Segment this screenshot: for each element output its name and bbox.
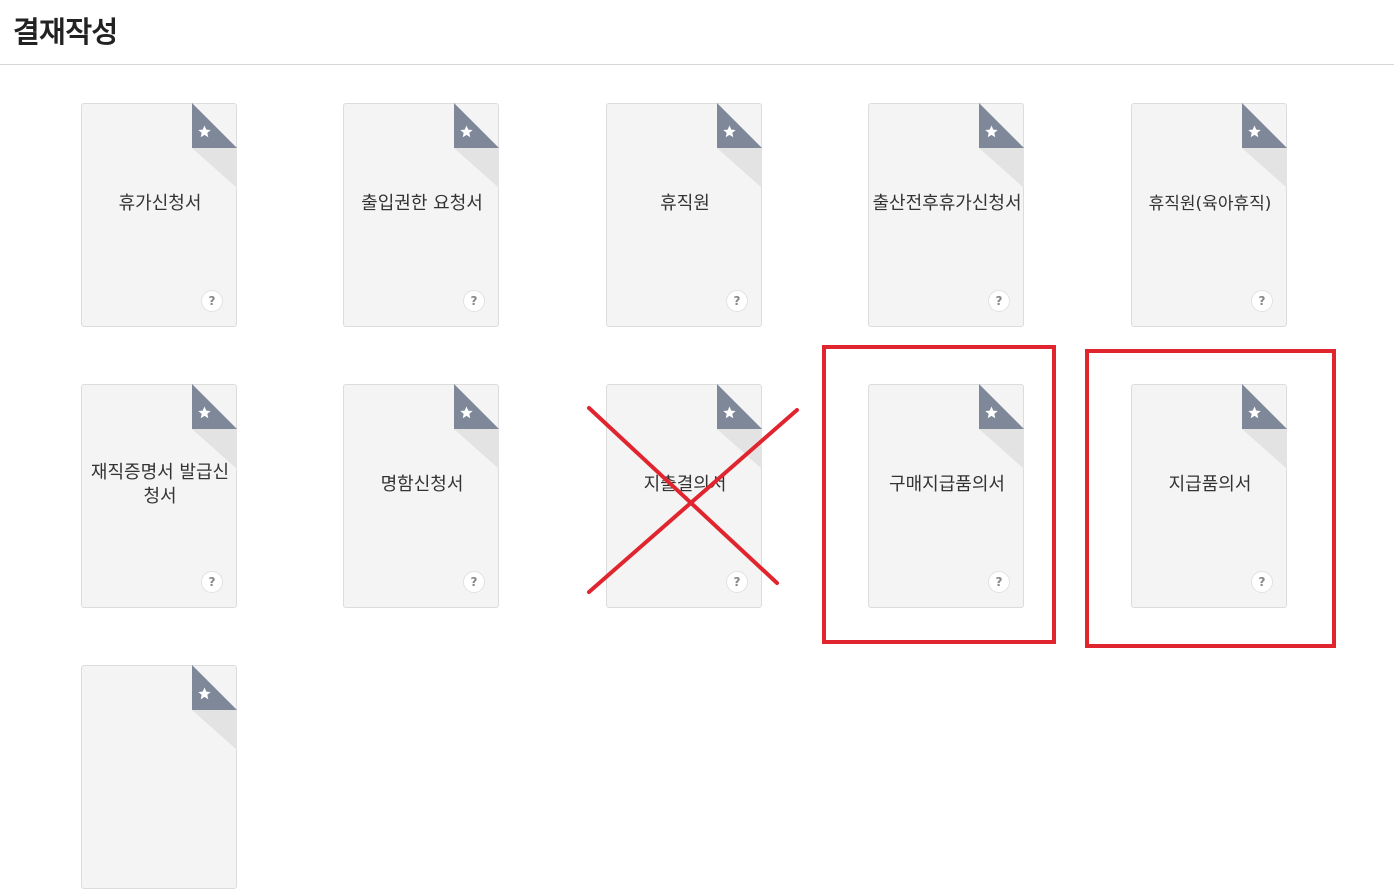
star-icon[interactable]	[1242, 103, 1287, 188]
form-card-label: 휴직원	[660, 193, 710, 214]
star-icon[interactable]	[192, 665, 237, 750]
help-icon[interactable]: ?	[463, 571, 485, 593]
form-card-leave-of-absence[interactable]: 휴직원 ?	[606, 103, 762, 327]
form-card-label: 재직증명서 발급신청서	[90, 462, 230, 507]
page-header: 결재작성	[0, 0, 1394, 65]
form-card-parental-leave[interactable]: 휴직원(육아휴직) ?	[1131, 103, 1287, 327]
help-icon[interactable]: ?	[726, 290, 748, 312]
form-card-label: 휴직원(육아휴직)	[1148, 194, 1272, 214]
form-card-payment-request[interactable]: 지급품의서 ?	[1131, 384, 1287, 608]
form-card-label: 지출결의서	[643, 474, 727, 495]
help-icon[interactable]: ?	[726, 571, 748, 593]
form-card-partial[interactable]	[81, 665, 237, 889]
form-card-label: 명함신청서	[380, 474, 464, 495]
star-icon[interactable]	[979, 384, 1024, 469]
form-card-vacation-request[interactable]: 휴가신청서 ?	[81, 103, 237, 327]
star-icon[interactable]	[454, 103, 499, 188]
help-icon[interactable]: ?	[201, 571, 223, 593]
form-card-label: 구매지급품의서	[889, 474, 1005, 495]
star-icon[interactable]	[1242, 384, 1287, 469]
star-icon[interactable]	[979, 103, 1024, 188]
form-card-employment-certificate[interactable]: 재직증명서 발급신청서 ?	[81, 384, 237, 608]
form-card-maternity-leave[interactable]: 출산전후휴가신청서 ?	[868, 103, 1024, 327]
form-card-business-card[interactable]: 명함신청서 ?	[343, 384, 499, 608]
star-icon[interactable]	[454, 384, 499, 469]
star-icon[interactable]	[192, 103, 237, 188]
help-icon[interactable]: ?	[1251, 290, 1273, 312]
form-card-purchase-payment[interactable]: 구매지급품의서 ?	[868, 384, 1024, 608]
help-icon[interactable]: ?	[988, 571, 1010, 593]
help-icon[interactable]: ?	[988, 290, 1010, 312]
star-icon[interactable]	[717, 384, 762, 469]
star-icon[interactable]	[717, 103, 762, 188]
form-card-access-request[interactable]: 출입권한 요청서 ?	[343, 103, 499, 327]
help-icon[interactable]: ?	[1251, 571, 1273, 593]
form-card-label: 출산전후휴가신청서	[872, 193, 1022, 214]
form-card-label: 출입권한 요청서	[361, 193, 483, 214]
page-title: 결재작성	[13, 15, 118, 49]
help-icon[interactable]: ?	[463, 290, 485, 312]
form-card-label: 지급품의서	[1168, 474, 1252, 495]
star-icon[interactable]	[192, 384, 237, 469]
form-card-label: 휴가신청서	[118, 193, 202, 214]
form-card-expense-resolution[interactable]: 지출결의서 ?	[606, 384, 762, 608]
help-icon[interactable]: ?	[201, 290, 223, 312]
